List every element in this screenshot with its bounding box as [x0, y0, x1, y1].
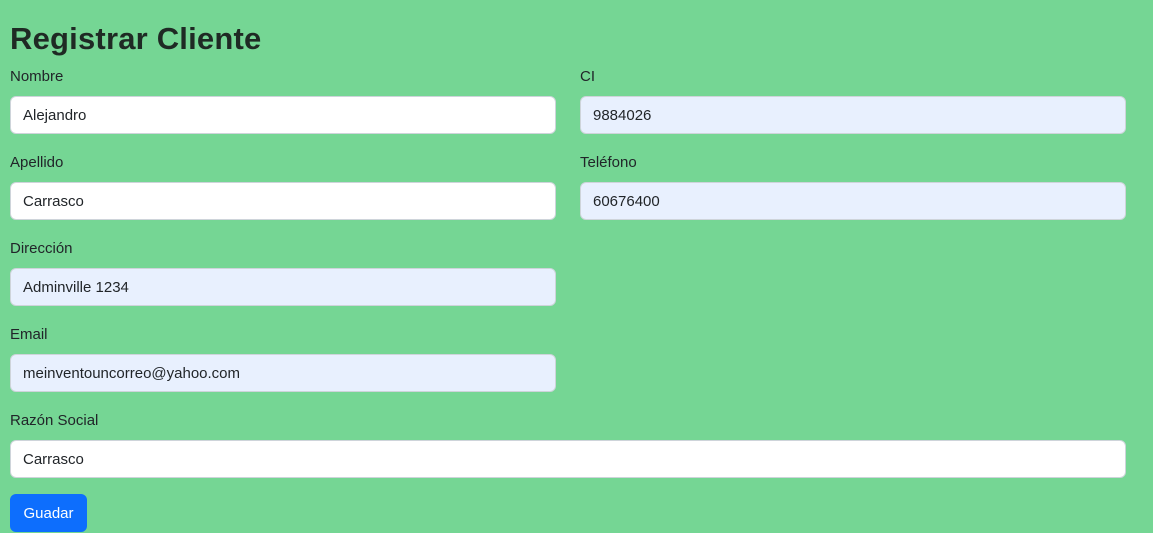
save-button[interactable]: Guadar — [10, 494, 87, 532]
direccion-input[interactable] — [10, 268, 556, 306]
nombre-input[interactable] — [10, 96, 556, 134]
direccion-label: Dirección — [10, 240, 73, 257]
telefono-input[interactable] — [580, 182, 1126, 220]
ci-input[interactable] — [580, 96, 1126, 134]
email-label: Email — [10, 326, 48, 343]
telefono-label: Teléfono — [580, 154, 637, 171]
apellido-label: Apellido — [10, 154, 64, 171]
page-title: Registrar Cliente — [10, 21, 262, 56]
razon-social-label: Razón Social — [10, 412, 99, 429]
ci-label: CI — [580, 68, 595, 85]
apellido-input[interactable] — [10, 182, 556, 220]
email-input[interactable] — [10, 354, 556, 392]
nombre-label: Nombre — [10, 68, 64, 85]
razon-social-input[interactable] — [10, 440, 1126, 478]
